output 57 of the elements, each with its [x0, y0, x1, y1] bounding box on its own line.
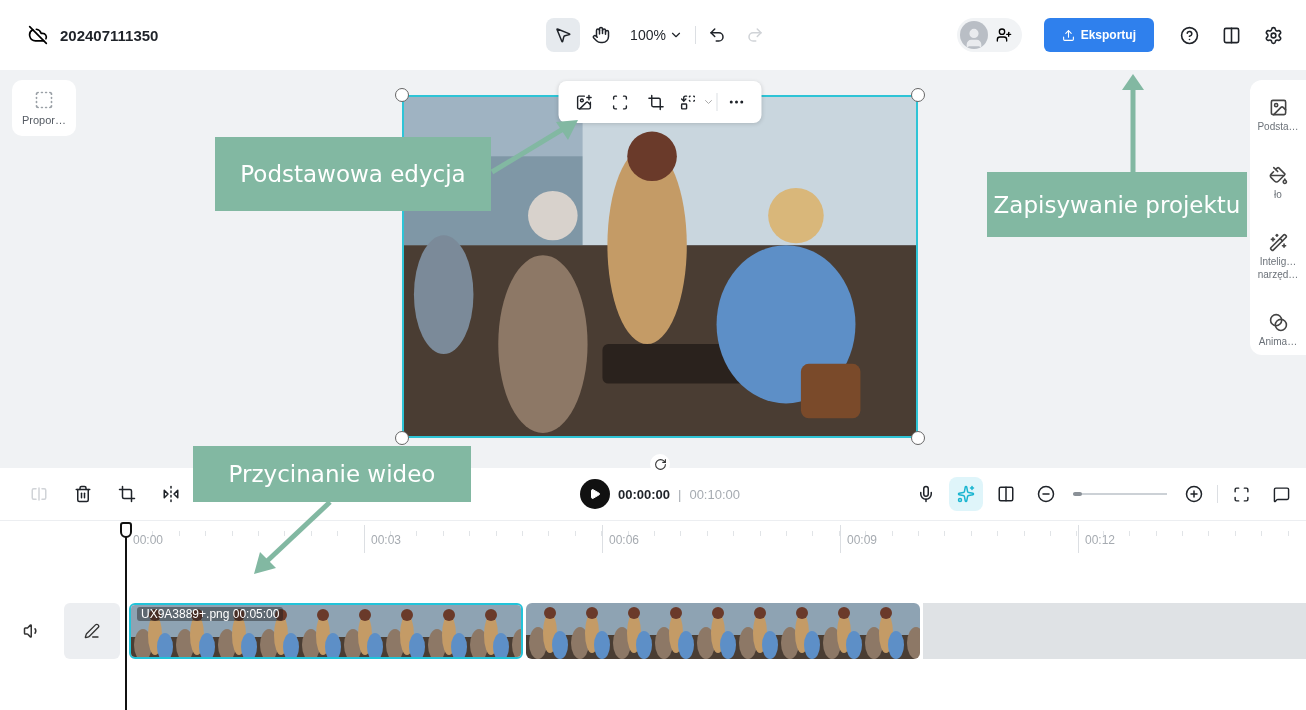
trash-icon[interactable]: [74, 485, 92, 503]
annotation-label: Podstawowa edycja: [215, 137, 491, 211]
export-button[interactable]: Eksportuj: [1043, 18, 1154, 52]
ruler-label: 00:06: [602, 525, 840, 553]
image-icon[interactable]: [1268, 98, 1288, 117]
annotation-label: Zapisywanie projektu: [987, 172, 1247, 237]
scan-icon[interactable]: [611, 93, 628, 111]
undo-icon[interactable]: [707, 26, 726, 44]
settings-icon[interactable]: [1263, 25, 1283, 45]
upload-icon[interactable]: [1061, 28, 1075, 42]
playhead[interactable]: [120, 522, 132, 710]
play-icon[interactable]: [588, 488, 601, 500]
help-icon[interactable]: [1179, 25, 1199, 45]
ruler-label: 00:03: [364, 525, 602, 553]
pointer-button[interactable]: [546, 18, 581, 52]
dashed-square-icon[interactable]: [34, 90, 54, 110]
split-icon[interactable]: [997, 485, 1015, 503]
resize-handle[interactable]: [911, 88, 925, 102]
crop-icon[interactable]: [118, 485, 136, 503]
clip-label: UX9A3889+.png 00:05:00: [137, 607, 284, 621]
zoom-dropdown[interactable]: 100%: [622, 23, 691, 47]
fullscreen-icon[interactable]: [1232, 485, 1250, 503]
total-duration: 00:10:00: [689, 486, 740, 502]
zoom-in-icon[interactable]: [1185, 485, 1203, 503]
feedback-icon[interactable]: [1272, 485, 1290, 503]
annotation-label: Przycinanie wideo: [193, 446, 471, 502]
cloud-off-icon[interactable]: [28, 25, 48, 45]
proportions-button[interactable]: Propor…: [12, 80, 76, 136]
wand-icon[interactable]: [1268, 233, 1288, 252]
project-title: 202407111350: [60, 26, 159, 44]
blend-icon[interactable]: [1268, 313, 1288, 332]
current-time: 00:00:00: [617, 486, 670, 502]
resize-handle[interactable]: [911, 431, 925, 445]
flip-icon[interactable]: [162, 485, 180, 503]
pen-icon[interactable]: [84, 623, 100, 639]
replace-icon[interactable]: [679, 93, 696, 111]
panel-item[interactable]: Podsta…: [1251, 98, 1305, 134]
image-plus-icon[interactable]: [575, 93, 592, 111]
panel-item[interactable]: ło: [1251, 165, 1305, 201]
ruler-label: 00:12: [1078, 525, 1306, 553]
panel-icon[interactable]: [1221, 25, 1241, 45]
video-clip[interactable]: [526, 603, 920, 659]
ruler-label: 00:09: [840, 525, 1078, 553]
pointer-icon[interactable]: [554, 26, 573, 44]
play-button[interactable]: [579, 479, 610, 509]
zoom-out-icon[interactable]: [1037, 485, 1055, 503]
resize-handle[interactable]: [395, 88, 409, 102]
crop-icon[interactable]: [647, 93, 664, 111]
add-user-icon[interactable]: [995, 27, 1012, 43]
panel-item[interactable]: Anima…: [1251, 313, 1305, 349]
video-clip[interactable]: UX9A3889+.png 00:05:00: [129, 603, 523, 659]
time-separator: |: [678, 486, 682, 502]
paint-bucket-icon[interactable]: [1268, 165, 1288, 185]
hand-icon[interactable]: [592, 26, 611, 44]
panel-item[interactable]: Intelig… narzęd…: [1251, 233, 1305, 281]
resize-handle[interactable]: [395, 431, 409, 445]
microphone-icon[interactable]: [917, 485, 935, 503]
